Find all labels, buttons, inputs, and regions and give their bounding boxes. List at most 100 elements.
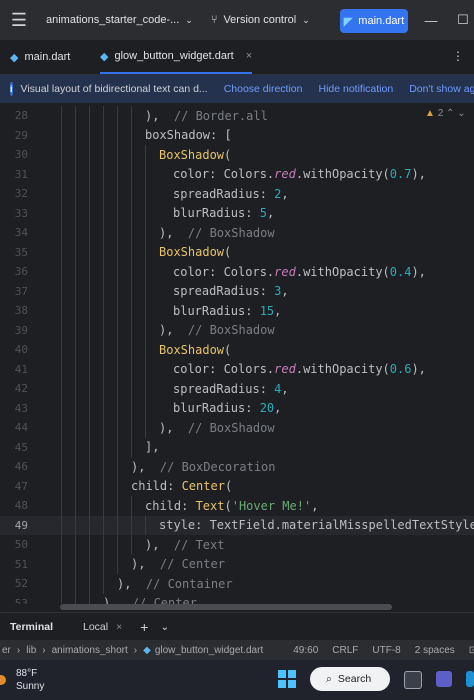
code-line[interactable]: 50), // Text	[0, 535, 474, 555]
project-selector[interactable]: animations_starter_code-... ⌄	[46, 14, 193, 26]
indent-guide	[61, 242, 62, 262]
code-line[interactable]: 43 blurRadius: 20,	[0, 398, 474, 418]
task-view-icon[interactable]	[404, 671, 422, 689]
search-label: Search	[337, 673, 372, 685]
code-token: style: TextField.materialMisspelledTextS…	[159, 518, 474, 533]
teams-icon[interactable]	[436, 671, 452, 687]
weather-widget[interactable]: 88°F Sunny	[16, 667, 44, 693]
indent-guide	[103, 379, 104, 399]
indent-guide	[103, 301, 104, 321]
indent-guide	[103, 574, 104, 594]
indent-guide	[75, 301, 76, 321]
indent-guide	[145, 320, 146, 340]
close-icon[interactable]: ×	[246, 50, 252, 62]
indent-guide	[103, 106, 104, 126]
indent-guide	[103, 262, 104, 282]
more-vertical-icon[interactable]: ⋮	[452, 49, 464, 63]
code-text: ), // Container	[117, 577, 233, 591]
code-line[interactable]: 47 child: Center(	[0, 476, 474, 496]
run-configuration-button[interactable]: ◤ main.dart	[340, 9, 408, 33]
warning-indicator[interactable]: ▲ 2 ⌃ ⌄	[425, 108, 466, 119]
breadcrumb-item[interactable]: glow_button_widget.dart	[155, 645, 263, 656]
code-line[interactable]: 52), // Container	[0, 574, 474, 594]
add-icon[interactable]: +	[140, 619, 148, 635]
code-line[interactable]: 46), // BoxDecoration	[0, 457, 474, 477]
code-line[interactable]: 45],	[0, 437, 474, 457]
code-line[interactable]: 30 BoxShadow(	[0, 145, 474, 165]
code-line[interactable]: 31 color: Colors.red.withOpacity(0.7),	[0, 164, 474, 184]
code-line[interactable]: 40 BoxShadow(	[0, 340, 474, 360]
horizontal-scrollbar[interactable]	[60, 604, 392, 610]
tab-glow-button-widget[interactable]: ◆ glow_button_widget.dart ×	[100, 40, 253, 74]
indent-guide	[89, 379, 90, 399]
code-token: blurRadius:	[173, 206, 260, 221]
indent-guide	[131, 515, 132, 535]
code-line[interactable]: 28), // Border.all	[0, 106, 474, 126]
code-line[interactable]: 36 color: Colors.red.withOpacity(0.4),	[0, 262, 474, 282]
breadcrumb-item[interactable]: er	[2, 645, 11, 656]
indent-guide	[61, 223, 62, 243]
code-line[interactable]: 33 blurRadius: 5,	[0, 203, 474, 223]
hide-notification-link[interactable]: Hide notification	[318, 83, 393, 95]
code-line[interactable]: 39), // BoxShadow	[0, 320, 474, 340]
maximize-icon[interactable]: ☐	[448, 0, 474, 40]
indent-guide	[117, 262, 118, 282]
code-token: (	[224, 342, 232, 357]
code-token: 'Hover Me!'	[231, 498, 312, 513]
code-line[interactable]: 53), // Center	[0, 593, 474, 604]
taskbar-search[interactable]: ⌕ Search	[310, 667, 390, 691]
tab-main-dart[interactable]: ◆ main.dart	[10, 40, 70, 74]
minimize-icon[interactable]: —	[416, 0, 446, 40]
indent-guide	[145, 184, 146, 204]
choose-direction-link[interactable]: Choose direction	[224, 83, 303, 95]
code-line[interactable]: 32 spreadRadius: 2,	[0, 184, 474, 204]
indent-guide	[103, 457, 104, 477]
code-line[interactable]: 38 blurRadius: 15,	[0, 301, 474, 321]
code-line[interactable]: 29 boxShadow: [	[0, 125, 474, 145]
close-icon[interactable]: ×	[116, 621, 122, 633]
indent-guide	[75, 593, 76, 604]
indent-guide	[61, 418, 62, 438]
indent-guide	[61, 359, 62, 379]
code-line[interactable]: 48 child: Text('Hover Me!',	[0, 496, 474, 516]
indent-guide	[103, 476, 104, 496]
code-editor[interactable]: 28), // Border.all 29 boxShadow: [30 BoxSha…	[0, 106, 474, 604]
terminal-tab-local[interactable]: Local	[83, 621, 108, 633]
code-token: .withOpacity(	[295, 362, 390, 377]
indent-guide	[61, 145, 62, 165]
code-token: 0.4	[389, 264, 412, 279]
code-line[interactable]: 51), // Center	[0, 554, 474, 574]
code-line[interactable]: 49 style: TextField.materialMisspelledTex…	[0, 515, 474, 535]
code-token: // Center	[131, 596, 197, 604]
line-number: 30	[14, 148, 28, 162]
version-control-menu[interactable]: ⑂ Version control ⌄	[211, 14, 310, 26]
indent-guide	[61, 203, 62, 223]
file-encoding[interactable]: UTF-8	[372, 645, 400, 656]
code-line[interactable]: 42 spreadRadius: 4,	[0, 379, 474, 399]
chevron-down-icon[interactable]: ⌄	[160, 621, 169, 633]
code-line[interactable]: 37 spreadRadius: 3,	[0, 281, 474, 301]
indent-guide	[145, 242, 146, 262]
code-line[interactable]: 44), // BoxShadow	[0, 418, 474, 438]
lock-icon[interactable]: ⊡	[469, 645, 474, 656]
code-text: color: Colors.red.withOpacity(0.4),	[173, 265, 426, 279]
line-separator[interactable]: CRLF	[332, 645, 358, 656]
weather-condition: Sunny	[16, 681, 45, 692]
windows-start-icon[interactable]	[278, 670, 296, 688]
indent-setting[interactable]: 2 spaces	[415, 645, 455, 656]
main-menu-icon[interactable]: ☰	[0, 0, 38, 40]
indent-guide	[75, 359, 76, 379]
indent-guide	[117, 340, 118, 360]
code-text: color: Colors.red.withOpacity(0.6),	[173, 362, 426, 376]
code-token: (	[224, 498, 232, 513]
breadcrumb-item[interactable]: animations_short	[52, 645, 128, 656]
code-line[interactable]: 41 color: Colors.red.withOpacity(0.6),	[0, 359, 474, 379]
code-line[interactable]: 35 BoxShadow(	[0, 242, 474, 262]
breadcrumb-item[interactable]: lib	[26, 645, 36, 656]
dont-show-again-link[interactable]: Don't show again	[409, 83, 474, 95]
cursor-position[interactable]: 49:60	[293, 645, 318, 656]
sun-icon	[0, 675, 6, 685]
app-icon[interactable]	[466, 671, 474, 687]
code-line[interactable]: 34), // BoxShadow	[0, 223, 474, 243]
code-token: color: Colors.	[173, 362, 275, 377]
